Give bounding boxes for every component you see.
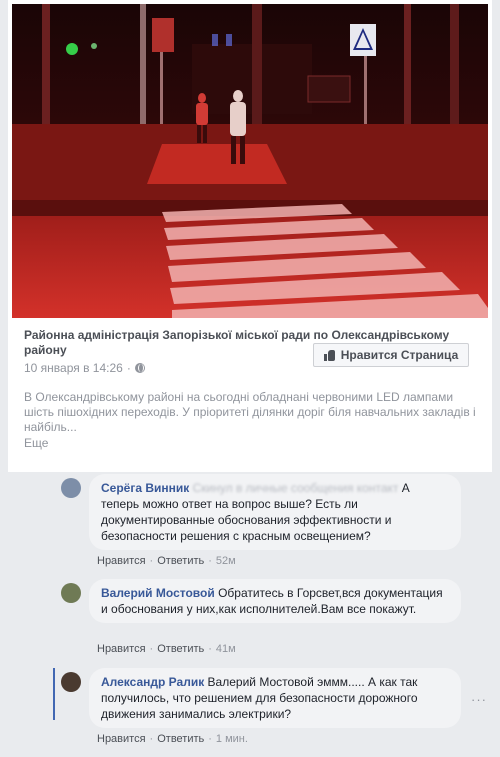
avatar[interactable] [61, 583, 81, 603]
avatar[interactable] [61, 672, 81, 692]
comment-author[interactable]: Серёга Винник [101, 481, 189, 495]
dot-separator: · [208, 643, 212, 655]
dot-separator: · [208, 555, 212, 567]
reply-link[interactable]: Ответить [157, 555, 204, 567]
comment-actions: Нравится · Ответить · 52м [97, 555, 236, 567]
dot-separator: · [149, 643, 154, 655]
like-page-button[interactable]: Нравится Страница [313, 343, 469, 367]
comment-options-icon[interactable]: ··· [471, 692, 487, 707]
post-card: Районна адміністрація Запорізької місько… [8, 0, 492, 472]
meta-separator: · [126, 361, 131, 375]
comment-time[interactable]: 52м [216, 555, 236, 567]
like-comment-link[interactable]: Нравится [97, 555, 146, 567]
blurred-text: Скинул в личные сообщения контакт [192, 481, 399, 495]
pedestrian-crossing-sign-icon [350, 24, 376, 56]
comment-actions: Нравится · Ответить · 1 мин. [97, 733, 248, 745]
post-photo[interactable] [12, 4, 488, 318]
avatar[interactable] [61, 478, 81, 498]
post-meta: 10 января в 14:26 · [24, 361, 145, 375]
comment: Александр Ралик Валерий Мостовой эммм...… [61, 668, 461, 728]
globe-icon [134, 363, 145, 373]
see-more-link[interactable]: Еще [24, 436, 48, 450]
like-page-label: Нравится Страница [340, 348, 459, 362]
reply-link[interactable]: Ответить [157, 733, 204, 745]
reply-link[interactable]: Ответить [157, 643, 204, 655]
comment-mention[interactable]: Валерий Мостовой [208, 675, 314, 689]
post-text: В Олександрівському районі на сьогодні о… [24, 390, 476, 434]
red-crosswalk-photo [12, 4, 488, 318]
comment-time[interactable]: 41м [216, 643, 236, 655]
comment: Валерий Мостовой Обратитесь в Горсвет,вс… [61, 579, 461, 623]
like-comment-link[interactable]: Нравится [97, 733, 146, 745]
comment-bubble: Валерий Мостовой Обратитесь в Горсвет,вс… [89, 579, 461, 623]
dot-separator: · [208, 733, 212, 745]
comment-author[interactable]: Александр Ралик [101, 675, 204, 689]
post-timestamp[interactable]: 10 января в 14:26 [24, 361, 123, 375]
comment-time[interactable]: 1 мин. [216, 733, 248, 745]
like-comment-link[interactable]: Нравится [97, 643, 146, 655]
comment-actions: Нравится · Ответить · 41м [97, 643, 236, 655]
dot-separator: · [149, 555, 154, 567]
thumbs-up-icon [323, 349, 335, 361]
dot-separator: · [149, 733, 154, 745]
comment-bubble: Серёга Винник Скинул в личные сообщения … [89, 474, 461, 550]
comment-bubble: Александр Ралик Валерий Мостовой эммм...… [89, 668, 461, 728]
comment: Серёга Винник Скинул в личные сообщения … [61, 474, 461, 550]
new-comment-indicator [53, 668, 55, 720]
comment-author[interactable]: Валерий Мостовой [101, 586, 215, 600]
